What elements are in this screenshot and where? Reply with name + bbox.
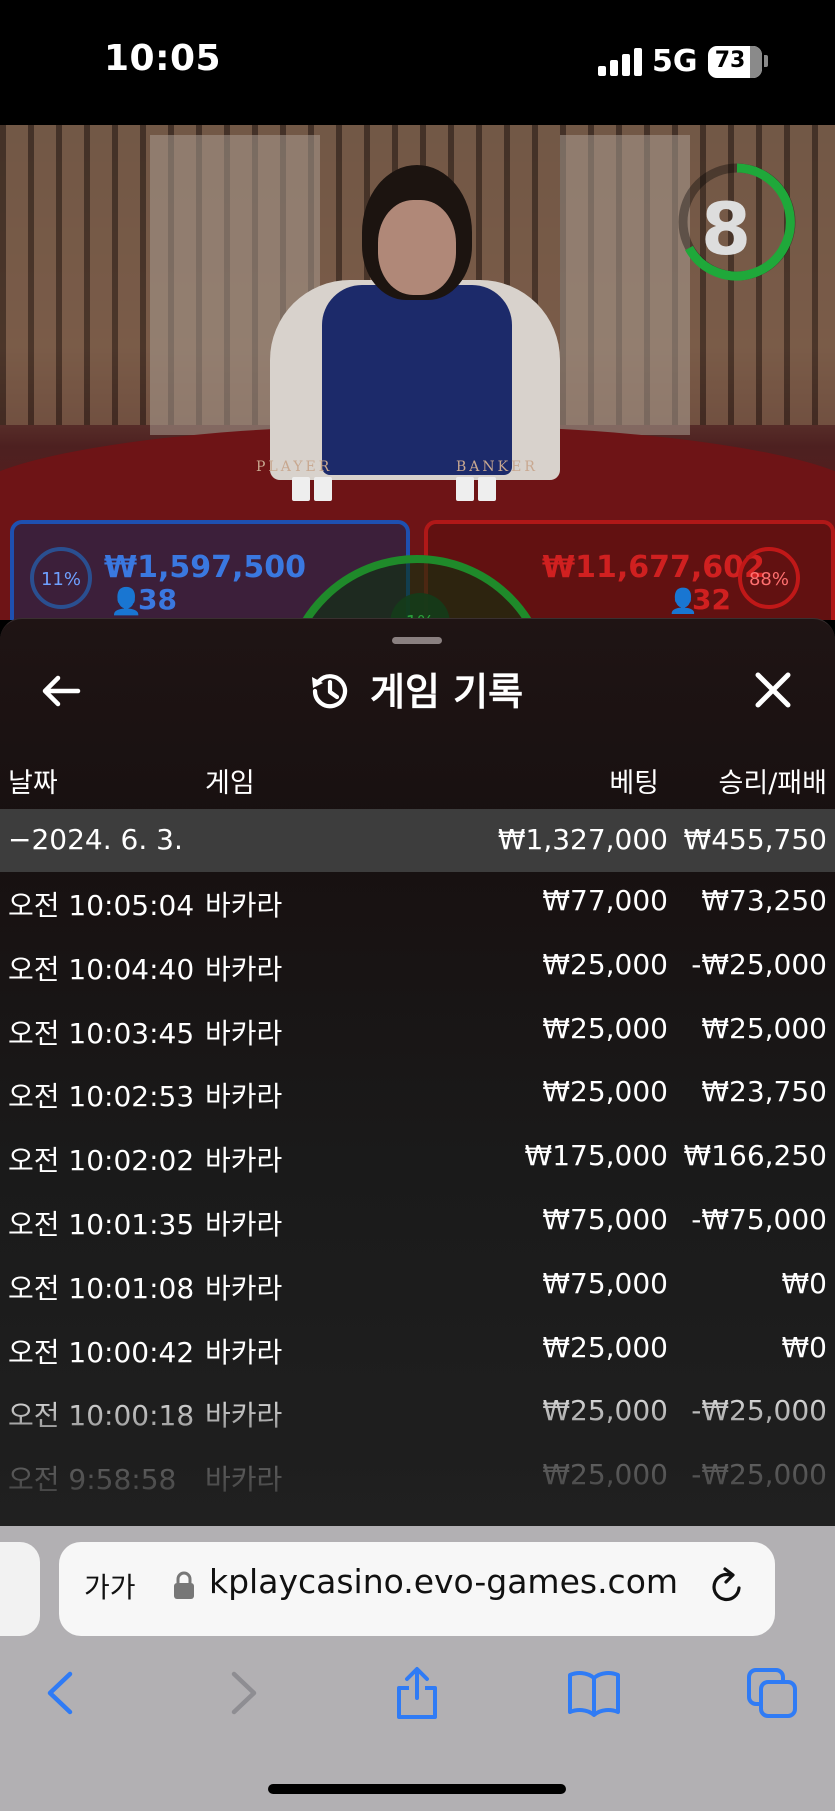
browser-toolbar: 가가 kplaycasino.evo-games.com	[0, 1526, 835, 1811]
row-bet: ₩25,000	[542, 1458, 668, 1492]
row-game: 바카라	[205, 1271, 283, 1305]
row-time: 오전 10:00:42	[8, 1335, 195, 1369]
home-indicator[interactable]	[268, 1784, 566, 1794]
history-table: −2024. 6. 3. ₩1,327,000 ₩455,750 오전 10:0…	[0, 809, 835, 1526]
row-game: 바카라	[205, 1399, 283, 1433]
row-time: 오전 10:02:02	[8, 1144, 195, 1178]
row-time: 오전 10:01:08	[8, 1271, 195, 1305]
row-time: 오전 10:03:45	[8, 1016, 195, 1050]
row-result: ₩0	[781, 1266, 828, 1300]
lock-icon	[174, 1571, 194, 1599]
row-result: ₩0	[781, 1330, 828, 1364]
banker-table-label: BANKER	[456, 459, 538, 475]
date-group-row[interactable]: −2024. 6. 3. ₩1,327,000 ₩455,750	[0, 809, 835, 872]
row-game: 바카라	[205, 1463, 283, 1497]
row-result: -₩25,000	[691, 1458, 827, 1492]
row-result: ₩73,250	[701, 884, 827, 917]
player-bettors-count: 38	[138, 583, 177, 616]
date-group-bet-total: ₩1,327,000	[497, 823, 668, 856]
column-header-result[interactable]: 승리/패배	[719, 761, 827, 800]
banker-bettors-count: 32	[692, 583, 731, 616]
row-bet: ₩25,000	[542, 1075, 668, 1109]
row-time: 오전 10:05:04	[8, 889, 195, 922]
date-group-result-total: ₩455,750	[683, 823, 827, 856]
banker-total-bet: ₩11,677,602	[542, 550, 765, 585]
row-game: 바카라	[205, 1016, 283, 1050]
row-bet: ₩175,000	[524, 1139, 668, 1173]
battery-level: 73	[714, 48, 746, 73]
row-game: 바카라	[205, 1208, 283, 1241]
row-time: 오전 10:02:53	[8, 1080, 195, 1114]
share-icon[interactable]	[390, 1666, 444, 1720]
bookmarks-icon[interactable]	[567, 1666, 621, 1720]
row-game: 바카라	[205, 952, 283, 986]
row-bet: ₩25,000	[542, 1330, 668, 1364]
reload-icon[interactable]	[708, 1566, 746, 1606]
date-group-label: −2024. 6. 3.	[8, 823, 183, 856]
row-time: 오전 10:00:18	[8, 1399, 195, 1433]
battery-tip	[764, 55, 768, 67]
player-percent: 11%	[30, 547, 92, 609]
row-game: 바카라	[205, 1144, 283, 1178]
history-icon	[305, 667, 353, 715]
row-time: 오전 9:58:58	[8, 1463, 177, 1497]
row-result: -₩75,000	[691, 1203, 827, 1236]
row-bet: ₩75,000	[542, 1266, 668, 1300]
row-game: 바카라	[205, 1335, 283, 1369]
row-time: 오전 10:01:35	[8, 1208, 195, 1241]
playing-card	[292, 477, 310, 501]
row-result: ₩25,000	[701, 1011, 827, 1045]
browser-forward-icon[interactable]	[214, 1666, 268, 1720]
game-history-sheet: 게임 기록 날짜 게임 베팅 승리/패배 −2024. 6. 3. ₩1,327…	[0, 618, 835, 1526]
status-bar: 10:05 5G 73	[0, 0, 835, 125]
back-button[interactable]	[38, 667, 86, 715]
row-bet: ₩77,000	[542, 884, 668, 917]
countdown-number: 8	[700, 187, 752, 271]
column-header-game[interactable]: 게임	[205, 761, 255, 800]
url-text[interactable]: kplaycasino.evo-games.com	[209, 1562, 678, 1601]
live-video[interactable]: PLAYER BANKER 8 11% ₩1,597,500 👤 38 ₩11,…	[0, 125, 835, 620]
row-result: -₩25,000	[691, 1394, 827, 1428]
close-button[interactable]	[748, 665, 798, 715]
row-game: 바카라	[205, 1080, 283, 1114]
close-icon	[755, 672, 791, 708]
banker-percent: 88%	[738, 547, 800, 609]
sheet-grabber[interactable]	[392, 637, 442, 644]
row-bet: ₩25,000	[542, 1011, 668, 1045]
row-bet: ₩75,000	[542, 1203, 668, 1236]
battery-icon: 73	[708, 46, 762, 78]
column-header-date[interactable]: 날짜	[8, 761, 58, 800]
playing-card	[314, 477, 332, 501]
player-total-bet: ₩1,597,500	[104, 550, 307, 585]
row-result: ₩23,750	[701, 1075, 827, 1109]
player-table-label: PLAYER	[256, 459, 333, 475]
row-bet: ₩25,000	[542, 947, 668, 981]
arrow-left-icon	[42, 675, 81, 707]
row-time: 오전 10:04:40	[8, 952, 195, 986]
row-result: -₩25,000	[691, 947, 827, 981]
browser-back-icon[interactable]	[36, 1666, 90, 1720]
sheet-title: 게임 기록	[370, 670, 524, 714]
tabs-icon[interactable]	[745, 1666, 799, 1720]
previous-tab-preview[interactable]	[0, 1542, 40, 1636]
playing-card	[456, 477, 474, 501]
cellular-signal-icon	[598, 48, 642, 76]
row-result: ₩166,250	[683, 1139, 827, 1173]
status-time: 10:05	[104, 38, 222, 79]
column-header-bet[interactable]: 베팅	[609, 761, 659, 800]
network-type: 5G	[652, 44, 698, 79]
playing-card	[478, 477, 496, 501]
row-game: 바카라	[205, 889, 283, 922]
row-bet: ₩25,000	[542, 1394, 668, 1428]
text-size-button[interactable]: 가가	[84, 1566, 136, 1606]
